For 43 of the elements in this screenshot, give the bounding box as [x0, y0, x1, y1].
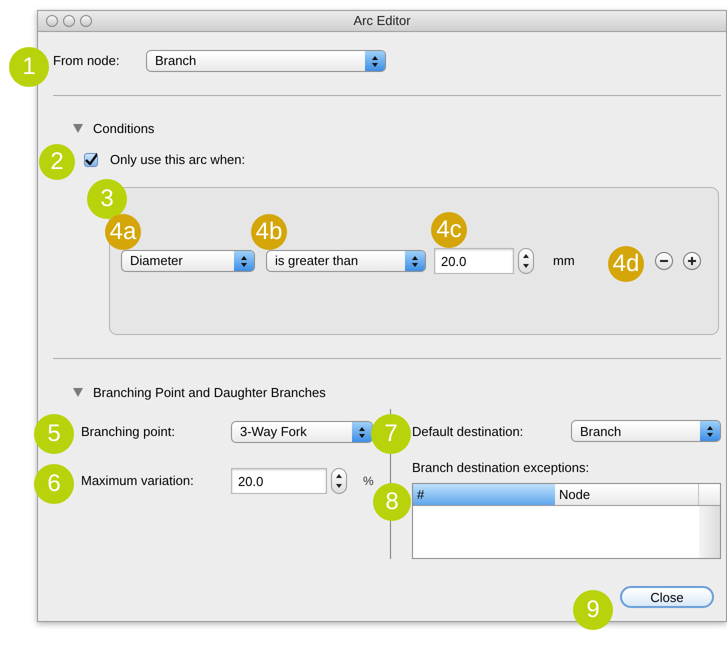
updown-arrows-icon [335, 474, 343, 488]
number-badge: 1 [9, 47, 49, 87]
field-label: Maximum variation: [81, 472, 195, 490]
unit-label: mm [553, 252, 575, 270]
stepper[interactable] [331, 468, 347, 494]
add-button[interactable] [683, 252, 701, 270]
field-label: From node: [53, 52, 120, 70]
updown-arrows-icon [358, 426, 366, 438]
section-title: Conditions [93, 120, 154, 138]
disclosure-triangle-icon[interactable] [73, 388, 83, 398]
window-button[interactable] [63, 15, 75, 27]
popup-menu[interactable]: Diameter [121, 250, 255, 272]
popup-menu[interactable]: Branch [571, 420, 721, 442]
window-title: Arc Editor [353, 12, 411, 30]
checkmark-icon [85, 152, 97, 164]
window-button[interactable] [80, 15, 92, 27]
column-header[interactable]: # [413, 484, 555, 506]
section-title: Branching Point and Daughter Branches [93, 384, 326, 402]
field-label: Branching point: [81, 423, 176, 442]
popup-menu[interactable]: 3-Way Fork [231, 421, 373, 443]
close-button[interactable]: Close [620, 586, 714, 608]
updown-arrows-icon [411, 256, 419, 266]
disclosure-triangle-icon[interactable] [73, 124, 83, 134]
updown-arrows-icon [522, 254, 530, 268]
unit-label: % [363, 473, 374, 490]
stepper[interactable] [518, 248, 534, 274]
window-button[interactable] [46, 15, 58, 27]
plus-icon [687, 256, 697, 266]
updown-arrows-icon [240, 256, 248, 266]
header-corner [699, 484, 720, 506]
checkbox[interactable] [84, 153, 98, 167]
remove-button[interactable] [655, 252, 673, 270]
popup-menu[interactable]: Branch [146, 50, 386, 72]
number-field[interactable]: 20.0 [434, 248, 514, 274]
updown-arrows-icon [371, 56, 379, 66]
number-field[interactable]: 20.0 [231, 468, 327, 494]
column-header[interactable]: Node [555, 484, 699, 506]
field-label: Default destination: [412, 422, 524, 441]
updown-arrows-icon [706, 426, 714, 437]
table-caption: Branch destination exceptions: [412, 458, 590, 477]
popup-menu[interactable]: is greater than [266, 250, 426, 272]
checkbox-label: Only use this arc when: [110, 151, 246, 170]
minus-icon [659, 257, 669, 265]
